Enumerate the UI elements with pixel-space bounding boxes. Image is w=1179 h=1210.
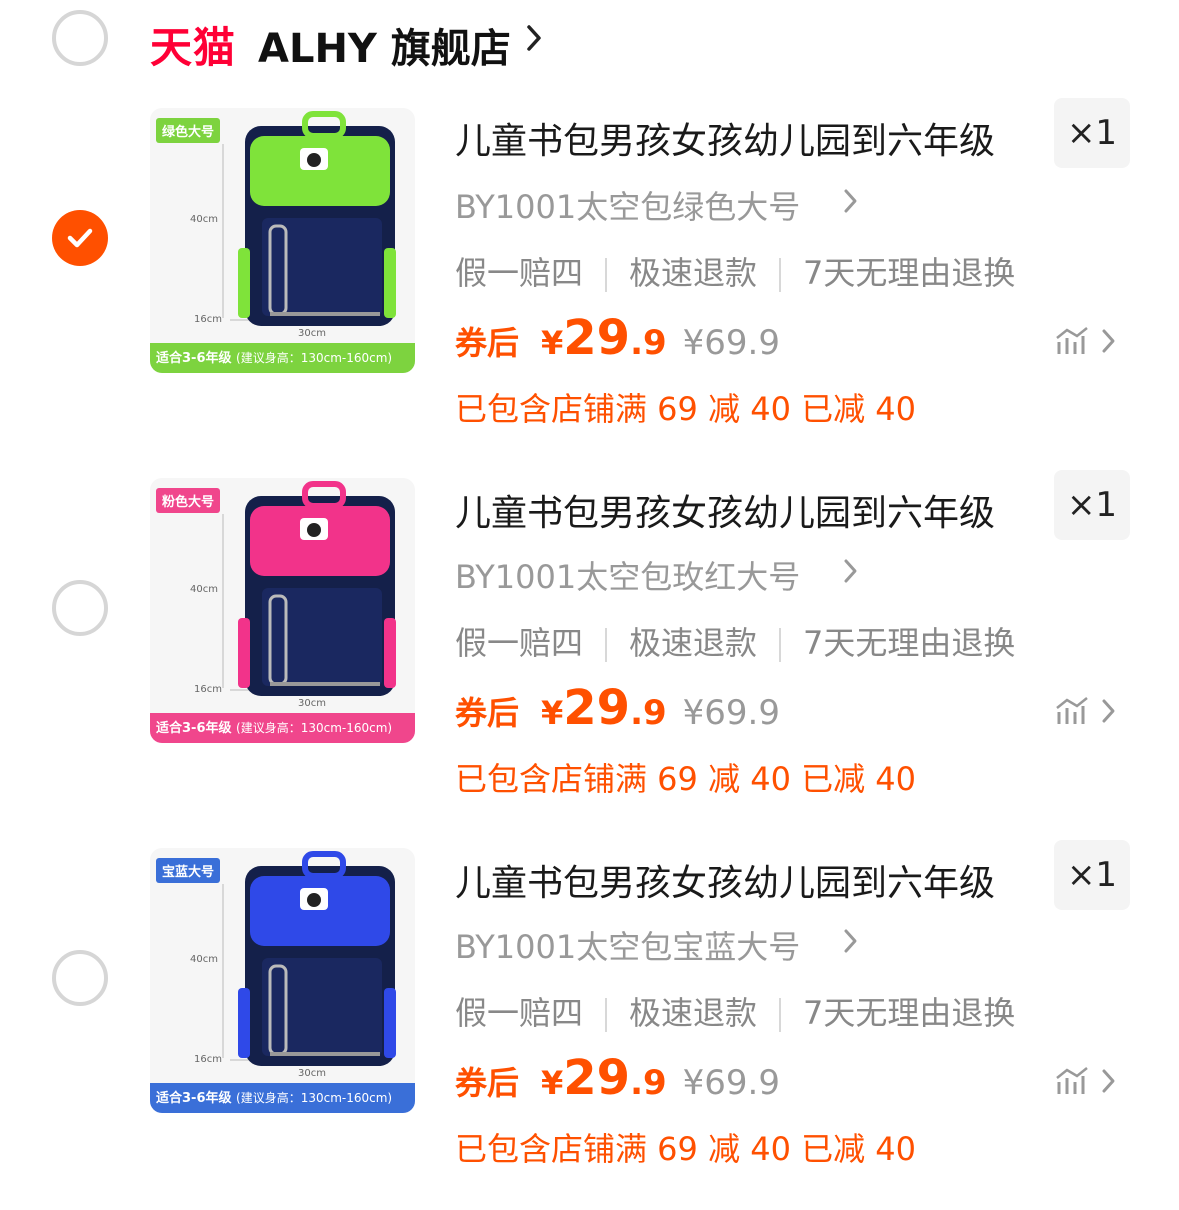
item-select-radio[interactable]: [52, 950, 108, 1006]
sku-selector[interactable]: BY1001太空包宝蓝大号: [455, 922, 800, 968]
chevron-right-icon[interactable]: [842, 186, 860, 216]
service-tag: 7天无理由退换: [803, 624, 1016, 662]
promo-text: 已包含店铺满 69 减 40 已减 40: [455, 1130, 917, 1168]
dim-width-label: 30cm: [298, 1068, 326, 1079]
chevron-right-icon[interactable]: [1100, 696, 1118, 726]
fit-age-text: 适合3-6年级: [156, 1091, 232, 1106]
dim-height-label: 40cm: [190, 954, 218, 965]
service-tag: 极速退款: [629, 254, 758, 292]
price-trend-icon[interactable]: [1055, 1066, 1089, 1096]
fit-age-bar: 适合3-6年级 (建议身高：130cm-160cm): [150, 713, 415, 743]
divider: [779, 998, 782, 1032]
chevron-right-icon[interactable]: [1100, 326, 1118, 356]
cart-item: 粉色大号 40cm 16cm 30cm 适合3-6年级 (建议身高：130cm-…: [0, 470, 1179, 840]
backpack-illustration: [222, 481, 396, 696]
price-decimal: .9: [630, 1063, 667, 1103]
price-row: 券后 ¥29.9 ¥69.9: [455, 680, 780, 736]
currency-symbol: ¥: [541, 324, 564, 362]
fit-height-text: (建议身高：130cm-160cm): [236, 1091, 393, 1105]
product-image[interactable]: 宝蓝大号 40cm 16cm 30cm 适合3-6年级 (建议身高：130cm-…: [150, 848, 415, 1113]
dim-depth-label: 16cm: [194, 684, 222, 695]
service-tag: 7天无理由退换: [803, 994, 1016, 1032]
item-title[interactable]: 儿童书包男孩女孩幼儿园到六年级: [455, 854, 995, 906]
item-title[interactable]: 儿童书包男孩女孩幼儿园到六年级: [455, 484, 995, 536]
fit-age-bar: 适合3-6年级 (建议身高：130cm-160cm): [150, 1083, 415, 1113]
dim-height-label: 40cm: [190, 584, 218, 595]
service-tags: 假一赔四 极速退款 7天无理由退换: [455, 988, 1015, 1034]
divider: [605, 628, 608, 662]
check-icon: [67, 228, 93, 248]
chevron-right-icon[interactable]: [524, 22, 544, 54]
service-tags: 假一赔四 极速退款 7天无理由退换: [455, 618, 1015, 664]
dim-width-label: 30cm: [298, 698, 326, 709]
fit-height-text: (建议身高：130cm-160cm): [236, 721, 393, 735]
shop-name-link[interactable]: ALHY 旗舰店: [258, 16, 511, 74]
currency-symbol: ¥: [541, 694, 564, 732]
fit-age-bar: 适合3-6年级 (建议身高：130cm-160cm): [150, 343, 415, 373]
product-image[interactable]: 粉色大号 40cm 16cm 30cm 适合3-6年级 (建议身高：130cm-…: [150, 478, 415, 743]
price-row: 券后 ¥29.9 ¥69.9: [455, 1050, 780, 1106]
original-price: ¥69.9: [682, 323, 780, 363]
sku-selector[interactable]: BY1001太空包绿色大号: [455, 182, 800, 228]
coupon-price-label: 券后: [455, 324, 520, 362]
price-trend-icon[interactable]: [1055, 696, 1089, 726]
product-image[interactable]: 绿色大号 40cm 16cm 30cm 适合3-6年级 (建议身高：130cm-…: [150, 108, 415, 373]
service-tag: 假一赔四: [455, 254, 584, 292]
chevron-right-icon[interactable]: [1100, 1066, 1118, 1096]
price-row: 券后 ¥29.9 ¥69.9: [455, 310, 780, 366]
backpack-illustration: [222, 111, 396, 326]
dim-height-label: 40cm: [190, 214, 218, 225]
coupon-price-label: 券后: [455, 1064, 520, 1102]
item-title[interactable]: 儿童书包男孩女孩幼儿园到六年级: [455, 112, 995, 164]
divider: [605, 998, 608, 1032]
item-select-radio[interactable]: [52, 580, 108, 636]
service-tags: 假一赔四 极速退款 7天无理由退换: [455, 248, 1015, 294]
fit-height-text: (建议身高：130cm-160cm): [236, 351, 393, 365]
service-tag: 7天无理由退换: [803, 254, 1016, 292]
original-price: ¥69.9: [682, 1063, 780, 1103]
price-decimal: .9: [630, 693, 667, 733]
chevron-right-icon[interactable]: [842, 926, 860, 956]
item-select-radio[interactable]: [52, 210, 108, 266]
quantity-button[interactable]: ×1: [1054, 470, 1130, 540]
sku-selector[interactable]: BY1001太空包玫红大号: [455, 552, 800, 598]
price-integer: 29: [563, 1050, 631, 1106]
shop-header: 天猫 ALHY 旗舰店: [0, 0, 1179, 80]
chevron-right-icon[interactable]: [842, 556, 860, 586]
dim-width-label: 30cm: [298, 328, 326, 339]
currency-symbol: ¥: [541, 1064, 564, 1102]
dim-depth-label: 16cm: [194, 1054, 222, 1065]
service-tag: 极速退款: [629, 994, 758, 1032]
divider: [779, 258, 782, 292]
fit-age-text: 适合3-6年级: [156, 351, 232, 366]
price-integer: 29: [563, 680, 631, 736]
price-decimal: .9: [630, 323, 667, 363]
original-price: ¥69.9: [682, 693, 780, 733]
quantity-button[interactable]: ×1: [1054, 98, 1130, 168]
service-tag: 假一赔四: [455, 624, 584, 662]
cart-item: 宝蓝大号 40cm 16cm 30cm 适合3-6年级 (建议身高：130cm-…: [0, 840, 1179, 1210]
price-integer: 29: [563, 310, 631, 366]
divider: [779, 628, 782, 662]
fit-age-text: 适合3-6年级: [156, 721, 232, 736]
backpack-illustration: [222, 851, 396, 1066]
promo-text: 已包含店铺满 69 减 40 已减 40: [455, 390, 917, 428]
quantity-button[interactable]: ×1: [1054, 840, 1130, 910]
service-tag: 极速退款: [629, 624, 758, 662]
dim-depth-label: 16cm: [194, 314, 222, 325]
tmall-logo: 天猫: [150, 23, 237, 72]
promo-text: 已包含店铺满 69 减 40 已减 40: [455, 760, 917, 798]
cart-item: 绿色大号 40cm 16cm 30cm 适合3-6年级 (建议身高：130cm-…: [0, 98, 1179, 468]
shop-select-radio[interactable]: [52, 10, 108, 66]
divider: [605, 258, 608, 292]
price-trend-icon[interactable]: [1055, 326, 1089, 356]
service-tag: 假一赔四: [455, 994, 584, 1032]
coupon-price-label: 券后: [455, 694, 520, 732]
